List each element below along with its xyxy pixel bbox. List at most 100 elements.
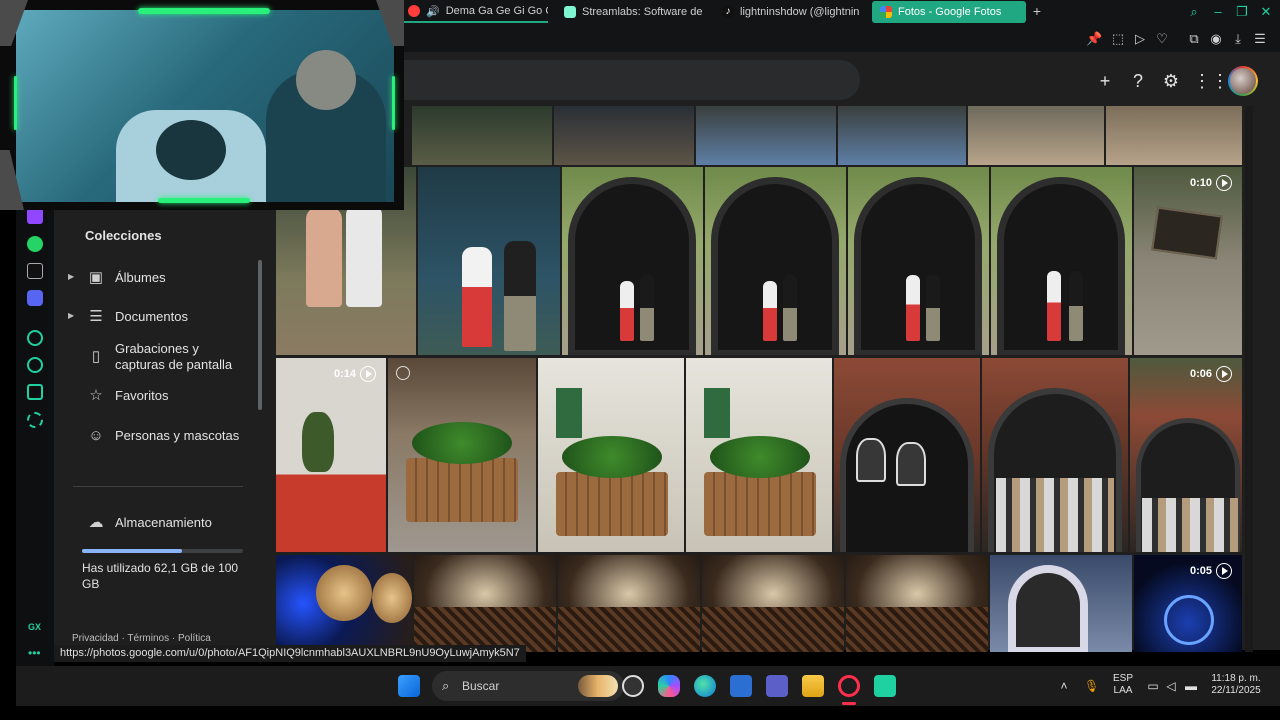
new-tab-button[interactable]: + [1030, 4, 1044, 18]
video-tile[interactable]: 0:06 [1130, 358, 1242, 552]
photo-tile[interactable] [418, 167, 560, 355]
expand-caret-icon[interactable]: ▶ [68, 311, 74, 320]
video-tile[interactable]: 0:05 [1134, 555, 1242, 652]
microphone-icon[interactable]: 🎙 [1084, 679, 1099, 693]
grid-scrollbar[interactable] [1245, 106, 1253, 652]
help-icon[interactable]: ? [1127, 70, 1149, 92]
photo-tile[interactable] [1106, 106, 1242, 165]
photo-tile[interactable] [554, 106, 694, 165]
network-icon[interactable]: ▭ [1146, 679, 1160, 693]
tiktok-sidebar-icon[interactable] [27, 263, 43, 279]
photo-tile[interactable] [412, 106, 552, 165]
volume-icon[interactable]: ◁ [1164, 679, 1178, 693]
tab-google-photos[interactable]: Fotos - Google Fotos [872, 1, 1026, 23]
edge-icon[interactable] [694, 675, 716, 697]
frame-accent [158, 198, 250, 203]
teams-icon[interactable] [766, 675, 788, 697]
xbox-icon[interactable] [622, 675, 644, 697]
minimize-button[interactable]: – [1210, 4, 1226, 19]
photo-tile[interactable] [848, 167, 989, 355]
photo-tile[interactable] [702, 555, 844, 652]
photo-tile[interactable] [414, 555, 556, 652]
chevron-up-icon[interactable]: ˄ [1057, 679, 1071, 693]
speaker-icon[interactable]: 🔊 [426, 5, 440, 18]
expand-caret-icon[interactable]: ▶ [68, 272, 74, 281]
copilot-icon[interactable] [658, 675, 680, 697]
download-icon[interactable]: ⤓ [1230, 31, 1246, 47]
more-icon[interactable]: ••• [28, 646, 41, 660]
sidebar-item-storage[interactable]: ☁ Almacenamiento [54, 505, 254, 541]
barrel-shape [316, 565, 372, 621]
battery-icon[interactable]: ▬ [1184, 679, 1198, 693]
gx-label[interactable]: GX [28, 622, 41, 632]
photo-tile[interactable] [388, 358, 536, 552]
photo-tile[interactable] [846, 555, 988, 652]
photo-tile[interactable] [696, 106, 836, 165]
photo-tile[interactable] [705, 167, 846, 355]
settings-gear-icon[interactable]: ⚙ [1160, 70, 1182, 92]
privacy-link[interactable]: Privacidad [72, 633, 119, 644]
photo-tile[interactable] [968, 106, 1104, 165]
player-icon[interactable]: ▷ [1132, 31, 1148, 47]
file-explorer-icon[interactable] [802, 675, 824, 697]
sidebar-item-people[interactable]: ☺ Personas y mascotas [54, 418, 254, 454]
photo-tile[interactable] [990, 555, 1132, 652]
sidebar-scrollbar[interactable] [258, 260, 262, 410]
maximize-button[interactable]: ❐ [1234, 4, 1250, 20]
policy-link[interactable]: Política [178, 633, 211, 644]
photo-tile[interactable] [834, 358, 980, 552]
sidebar-item-documents[interactable]: ▶ ☰ Documentos [54, 299, 254, 335]
photo-tile[interactable] [838, 106, 966, 165]
sidebar-item-favorites[interactable]: ☆ Favoritos [54, 378, 254, 414]
photo-tile[interactable] [538, 358, 684, 552]
account-avatar[interactable] [1228, 66, 1258, 96]
terms-link[interactable]: Términos [127, 633, 169, 644]
sidebar-item-albums[interactable]: ▶ ▣ Álbumes [54, 260, 254, 296]
photo-tile[interactable] [982, 358, 1128, 552]
search-tabs-icon[interactable]: ⌕ [1186, 4, 1202, 20]
windows-start-icon[interactable] [398, 675, 420, 697]
video-tile[interactable]: 0:10 [1134, 167, 1242, 355]
plant-shape [412, 422, 512, 464]
photo-tile[interactable] [276, 555, 412, 652]
video-tile[interactable]: 0:14 [276, 358, 386, 552]
play-icon [1216, 366, 1232, 382]
whatsapp-icon[interactable] [27, 236, 43, 252]
store-icon[interactable] [730, 675, 752, 697]
sidebar-item-screenshots[interactable]: ▯ Grabaciones y capturas de pantalla [54, 338, 254, 378]
streamlabs-taskbar-icon[interactable] [874, 675, 896, 697]
extensions-sidebar-icon[interactable] [27, 384, 43, 400]
video-duration: 0:06 [1189, 368, 1212, 380]
tab-tiktok[interactable]: ♪ lightninshdow (@lightnin [714, 1, 864, 23]
select-check-icon[interactable] [396, 366, 410, 380]
opera-gx-icon[interactable] [838, 675, 860, 697]
photo-tile[interactable] [991, 167, 1132, 355]
player-sidebar-icon[interactable] [27, 330, 43, 346]
twitch-icon[interactable] [27, 208, 43, 224]
storage-usage-text: Has utilizado 62,1 GB de 100 GB [82, 561, 239, 591]
barrel-planter-shape [704, 472, 816, 536]
barrel-planter-shape [556, 472, 668, 536]
settings-icon[interactable] [27, 412, 43, 428]
add-icon[interactable]: + [1094, 70, 1116, 92]
pin-icon[interactable]: 📌 [1086, 31, 1102, 47]
history-icon[interactable] [27, 357, 43, 373]
bottle-rack-shape [846, 607, 988, 652]
photo-tile[interactable] [558, 555, 700, 652]
apps-grid-icon[interactable]: ⋮⋮ [1193, 70, 1229, 92]
profile-toolbar-icon[interactable]: ◉ [1208, 31, 1224, 47]
close-window-button[interactable]: ✕ [1258, 4, 1274, 20]
tab-dema[interactable]: 🔊 Dema Ga Ge Gi Go Gu [400, 1, 548, 23]
discord-icon[interactable] [27, 290, 43, 306]
photo-tile[interactable] [562, 167, 703, 355]
streamlabs-icon [564, 6, 576, 18]
taskbar-search[interactable]: ⌕ Buscar [432, 671, 624, 701]
language-indicator[interactable]: ESP LAA [1110, 673, 1136, 697]
extensions-icon[interactable]: ⧉ [1186, 31, 1202, 47]
tab-streamlabs[interactable]: Streamlabs: Software de [556, 1, 706, 23]
clock[interactable]: 11:18 p. m. 22/11/2025 [1206, 673, 1266, 697]
photo-tile[interactable] [686, 358, 832, 552]
snapshot-icon[interactable]: ⬚ [1110, 31, 1126, 47]
menu-icon[interactable]: ☰ [1252, 31, 1268, 47]
heart-icon[interactable]: ♡ [1154, 31, 1170, 47]
